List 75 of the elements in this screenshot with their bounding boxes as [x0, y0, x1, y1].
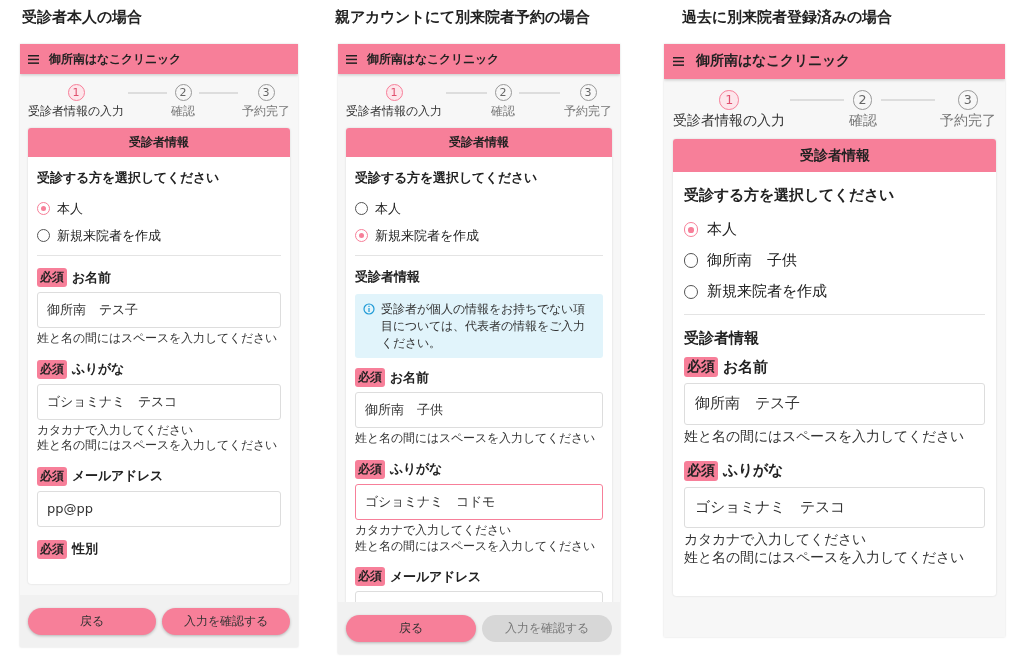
required-badge: 必須 [37, 466, 67, 486]
step-label: 受診者情報の入力 [346, 103, 442, 120]
field-label: メールアドレス [390, 567, 481, 586]
radio-label[interactable]: 本人 [706, 220, 737, 240]
field-label: 性別 [72, 540, 98, 559]
required-badge: 必須 [37, 359, 67, 379]
radio-label[interactable]: 御所南 子供 [706, 251, 797, 271]
card-title: 受診者情報 [28, 128, 290, 157]
step-label: 確認 [491, 103, 515, 120]
input-field[interactable]: 御所南 子供 [355, 392, 603, 429]
step-label: 確認 [171, 103, 195, 120]
field-label: お名前 [723, 357, 769, 377]
clinic-name: 御所南はなこクリニック [695, 52, 850, 71]
radio-label[interactable]: 本人 [57, 199, 83, 218]
info-text: 受診者が個人の情報をお持ちでない項目については、代表者の情報をご入力ください。 [381, 301, 586, 352]
card-title: 受診者情報 [673, 139, 996, 173]
step-label: 予約完了 [564, 103, 612, 120]
radio-label[interactable]: 新規来院者を作成 [706, 282, 827, 302]
field-hint: 姓と名の間にはスペースを入力してください [683, 549, 965, 568]
menu-icon[interactable] [346, 54, 357, 64]
input-field[interactable]: 御所南 テス子 [683, 383, 986, 425]
input-field[interactable]: pp@pp [37, 490, 281, 527]
section-heading: 受診者情報 [683, 329, 760, 349]
input-field[interactable]: ゴショミナミ テスコ [37, 383, 281, 420]
confirm-button[interactable]: 入力を確認する [162, 607, 290, 635]
field-label: ふりがな [72, 360, 124, 379]
required-badge: 必須 [355, 567, 385, 587]
step-label: 予約完了 [939, 111, 996, 130]
question-text: 受診する方を選択してください [37, 169, 220, 187]
field-hint: カタカナで入力してください [37, 422, 194, 439]
card-title: 受診者情報 [346, 128, 612, 157]
screen-caption: 親アカウントにて別来院者予約の場合 [335, 7, 591, 28]
field-hint: 姓と名の間にはスペースを入力してください [683, 427, 965, 446]
required-badge: 必須 [683, 357, 718, 378]
question-text: 受診する方を選択してください [355, 169, 538, 187]
field-hint: カタカナで入力してください [355, 523, 512, 539]
required-badge: 必須 [683, 460, 718, 481]
step-number: 1 [67, 84, 85, 101]
required-badge: 必須 [355, 460, 385, 479]
step-label: 受診者情報の入力 [673, 111, 786, 130]
screen-caption: 受診者本人の場合 [22, 7, 143, 28]
step-number: 1 [719, 90, 739, 110]
input-field[interactable]: ゴショミナミ テスコ [683, 486, 986, 528]
field-hint: カタカナで入力してください [683, 531, 867, 550]
field-label: メールアドレス [72, 467, 163, 486]
step-label: 受診者情報の入力 [28, 103, 124, 120]
step-label: 確認 [848, 111, 877, 130]
clinic-name: 御所南はなこクリニック [367, 50, 499, 68]
clinic-name: 御所南はなこクリニック [49, 50, 181, 68]
question-text: 受診する方を選択してください [683, 186, 895, 206]
field-hint: 姓と名の間にはスペースを入力してください [37, 331, 278, 347]
required-badge: 必須 [37, 539, 67, 559]
back-button[interactable]: 戻る [28, 607, 156, 635]
input-field[interactable]: 御所南 テス子 [37, 292, 281, 328]
step-number: 1 [385, 84, 403, 101]
info-icon [363, 303, 375, 315]
field-label: お名前 [72, 268, 111, 287]
back-button[interactable]: 戻る [346, 614, 476, 642]
field-label: ふりがな [723, 461, 784, 481]
field-hint: 姓と名の間にはスペースを入力してください [355, 538, 596, 555]
radio-label[interactable]: 本人 [375, 199, 401, 218]
menu-icon[interactable] [28, 54, 39, 64]
field-label: ふりがな [390, 460, 442, 479]
required-badge: 必須 [355, 368, 385, 388]
step-label: 予約完了 [242, 103, 290, 120]
field-hint: 姓と名の間にはスペースを入力してください [37, 438, 278, 454]
menu-icon[interactable] [673, 56, 685, 66]
input-field[interactable]: ゴショミナミ コドモ [355, 484, 603, 520]
radio-label[interactable]: 新規来院者を作成 [375, 226, 479, 245]
required-badge: 必須 [37, 268, 67, 287]
section-heading: 受診者情報 [355, 268, 421, 286]
field-label: お名前 [390, 368, 429, 387]
field-hint: 姓と名の間にはスペースを入力してください [355, 431, 596, 447]
screen-caption: 過去に別来院者登録済みの場合 [682, 7, 893, 28]
radio-label[interactable]: 新規来院者を作成 [57, 226, 161, 245]
